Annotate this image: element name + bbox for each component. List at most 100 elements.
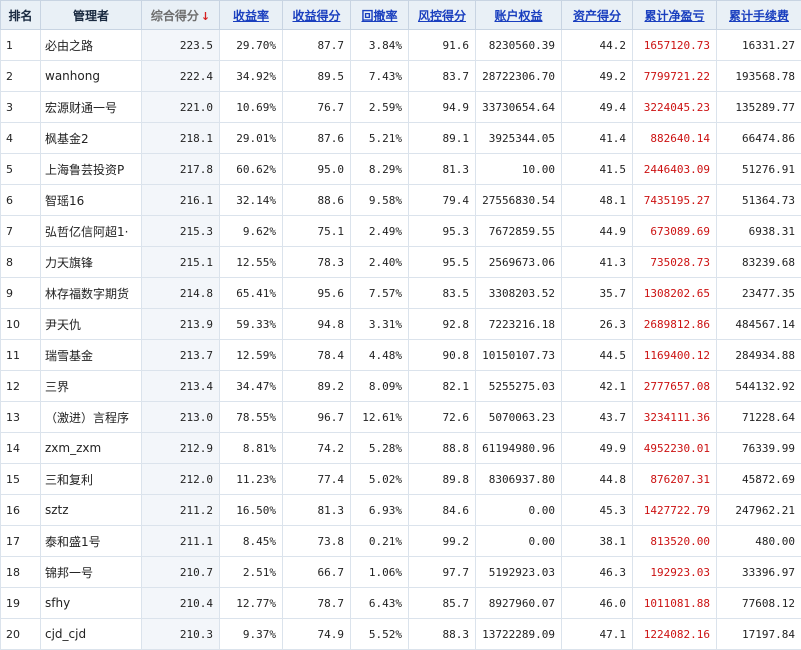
table-row: 11 瑞雪基金 213.7 12.59% 78.4 4.48% 90.8 10150107.7…: [0, 339, 801, 371]
cell-drawdown: 7.43%: [350, 60, 409, 92]
cell-return-score: 95.6: [282, 277, 351, 309]
cell-net-profit: 2777657.08: [632, 370, 717, 402]
cell-return-score: 81.3: [282, 494, 351, 526]
cell-fees: 544132.92: [716, 370, 801, 402]
cell-fees: 484567.14: [716, 308, 801, 340]
cell-equity: 10.00: [475, 153, 562, 185]
cell-asset-score: 44.8: [561, 463, 633, 495]
cell-net-profit: 3224045.23: [632, 91, 717, 123]
cell-rank: 12: [0, 370, 41, 402]
table-row: 15 三和复利 212.0 11.23% 77.4 5.02% 89.8 8306937.80…: [0, 463, 801, 495]
cell-asset-score: 41.3: [561, 246, 633, 278]
header-return-rate-link[interactable]: 收益率: [219, 0, 283, 30]
header-equity-link[interactable]: 账户权益: [475, 0, 562, 30]
cell-drawdown: 5.21%: [350, 122, 409, 154]
cell-drawdown: 7.57%: [350, 277, 409, 309]
cell-fees: 23477.35: [716, 277, 801, 309]
cell-rank: 18: [0, 556, 41, 588]
cell-score: 221.0: [141, 91, 220, 123]
cell-drawdown: 2.49%: [350, 215, 409, 247]
cell-drawdown: 0.21%: [350, 525, 409, 557]
cell-score: 211.2: [141, 494, 220, 526]
cell-fees: 33396.97: [716, 556, 801, 588]
cell-return-rate: 32.14%: [219, 184, 283, 216]
cell-return-score: 73.8: [282, 525, 351, 557]
cell-asset-score: 44.5: [561, 339, 633, 371]
cell-return-score: 74.9: [282, 618, 351, 650]
table-row: 10 尹天仇 213.9 59.33% 94.8 3.31% 92.8 7223216.18 2…: [0, 308, 801, 340]
cell-net-profit: 4952230.01: [632, 432, 717, 464]
cell-fees: 135289.77: [716, 91, 801, 123]
cell-asset-score: 26.3: [561, 308, 633, 340]
cell-net-profit: 1657120.73: [632, 29, 717, 61]
cell-return-rate: 12.77%: [219, 587, 283, 619]
cell-score: 215.3: [141, 215, 220, 247]
cell-risk-score: 89.1: [408, 122, 476, 154]
header-net-profit-link[interactable]: 累计净盈亏: [632, 0, 717, 30]
cell-drawdown: 3.84%: [350, 29, 409, 61]
cell-asset-score: 46.3: [561, 556, 633, 588]
table-row: 17 泰和盛1号 211.1 8.45% 73.8 0.21% 99.2 0.00 38.1 81…: [0, 525, 801, 557]
cell-rank: 19: [0, 587, 41, 619]
cell-equity: 33730654.64: [475, 91, 562, 123]
cell-risk-score: 89.8: [408, 463, 476, 495]
cell-rank: 15: [0, 463, 41, 495]
cell-fees: 77608.12: [716, 587, 801, 619]
cell-equity: 3925344.05: [475, 122, 562, 154]
cell-fees: 51276.91: [716, 153, 801, 185]
cell-return-rate: 59.33%: [219, 308, 283, 340]
cell-return-rate: 60.62%: [219, 153, 283, 185]
cell-manager: 宏源财通一号: [40, 91, 142, 123]
cell-asset-score: 49.4: [561, 91, 633, 123]
table-row: 4 枫基金2 218.1 29.01% 87.6 5.21% 89.1 3925344.05 4…: [0, 122, 801, 154]
table-body: 1 必由之路 223.5 29.70% 87.7 3.84% 91.6 8230560.39 4…: [0, 29, 801, 650]
cell-asset-score: 44.2: [561, 29, 633, 61]
cell-return-rate: 29.70%: [219, 29, 283, 61]
cell-return-rate: 8.45%: [219, 525, 283, 557]
header-asset-score-link[interactable]: 资产得分: [561, 0, 633, 30]
cell-asset-score: 49.9: [561, 432, 633, 464]
cell-net-profit: 882640.14: [632, 122, 717, 154]
cell-return-score: 76.7: [282, 91, 351, 123]
cell-risk-score: 90.8: [408, 339, 476, 371]
cell-equity: 5070063.23: [475, 401, 562, 433]
cell-rank: 20: [0, 618, 41, 650]
cell-score: 210.4: [141, 587, 220, 619]
cell-return-rate: 12.55%: [219, 246, 283, 278]
header-risk-score-link[interactable]: 风控得分: [408, 0, 476, 30]
cell-equity: 28722306.70: [475, 60, 562, 92]
table-header-row: 排名 管理者 综合得分 ↓ 收益率 收益得分 回撤率 风控得分 账户权益 资产得分…: [0, 0, 801, 30]
cell-manager: wanhong: [40, 60, 142, 92]
header-fees-link[interactable]: 累计手续费: [716, 0, 801, 30]
cell-return-rate: 65.41%: [219, 277, 283, 309]
cell-net-profit: 2446403.09: [632, 153, 717, 185]
header-return-score-link[interactable]: 收益得分: [282, 0, 351, 30]
cell-risk-score: 88.8: [408, 432, 476, 464]
cell-equity: 8306937.80: [475, 463, 562, 495]
cell-drawdown: 2.59%: [350, 91, 409, 123]
cell-drawdown: 12.61%: [350, 401, 409, 433]
header-drawdown-link[interactable]: 回撤率: [350, 0, 409, 30]
cell-return-rate: 9.62%: [219, 215, 283, 247]
cell-equity: 5255275.03: [475, 370, 562, 402]
cell-score: 213.9: [141, 308, 220, 340]
cell-asset-score: 45.3: [561, 494, 633, 526]
cell-rank: 9: [0, 277, 41, 309]
header-score-sort[interactable]: 综合得分 ↓: [141, 0, 220, 30]
table-row: 1 必由之路 223.5 29.70% 87.7 3.84% 91.6 8230560.39 4…: [0, 29, 801, 61]
cell-risk-score: 85.7: [408, 587, 476, 619]
cell-risk-score: 83.5: [408, 277, 476, 309]
cell-manager: sztz: [40, 494, 142, 526]
cell-return-score: 78.4: [282, 339, 351, 371]
cell-score: 213.4: [141, 370, 220, 402]
cell-asset-score: 49.2: [561, 60, 633, 92]
cell-manager: zxm_zxm: [40, 432, 142, 464]
header-score-label: 综合得分: [150, 8, 199, 23]
table-row: 16 sztz 211.2 16.50% 81.3 6.93% 84.6 0.00 45.3 14…: [0, 494, 801, 526]
cell-manager: （激进）言程序: [40, 401, 142, 433]
table-row: 14 zxm_zxm 212.9 8.81% 74.2 5.28% 88.8 61194980…: [0, 432, 801, 464]
cell-net-profit: 7435195.27: [632, 184, 717, 216]
cell-manager: cjd_cjd: [40, 618, 142, 650]
cell-score: 210.7: [141, 556, 220, 588]
cell-return-score: 75.1: [282, 215, 351, 247]
